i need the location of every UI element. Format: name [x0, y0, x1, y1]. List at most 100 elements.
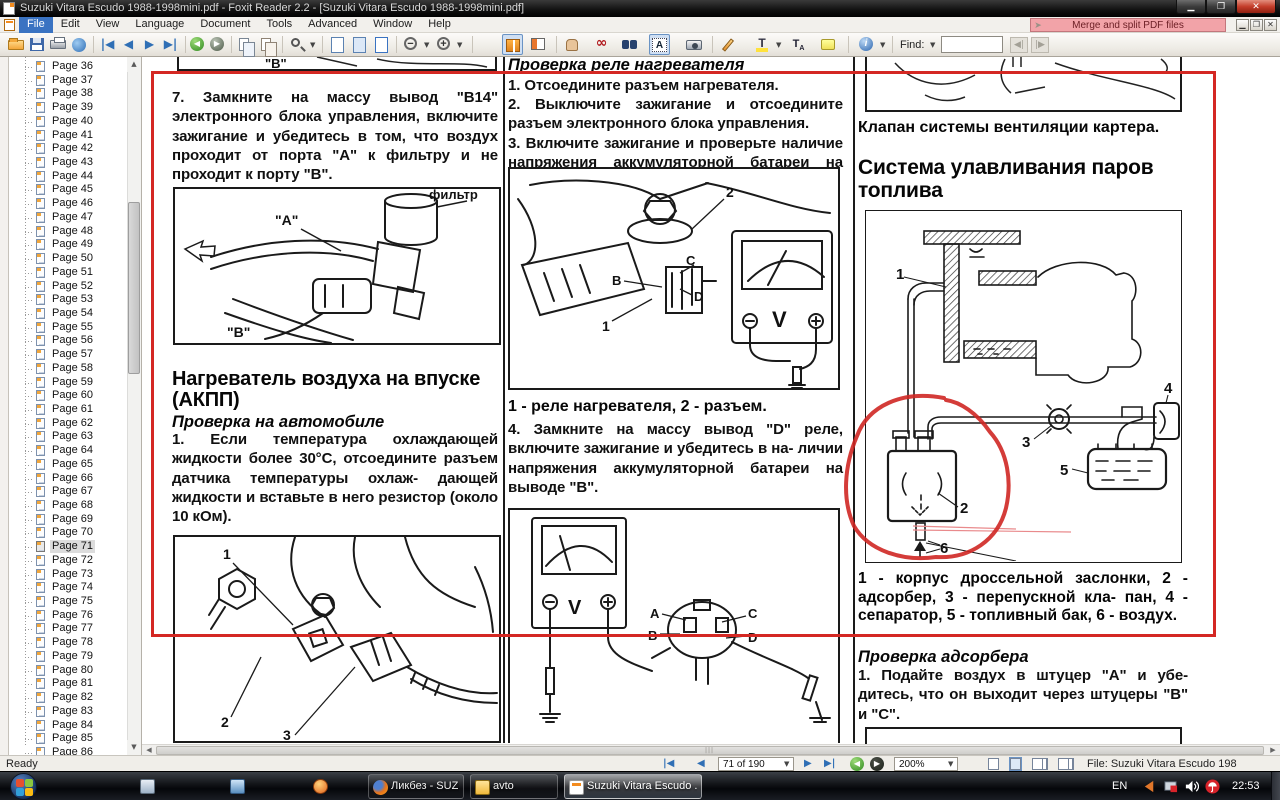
sidebar-page-item[interactable]: Page 58 [9, 362, 127, 376]
next-view-button[interactable]: ▶ [210, 37, 224, 51]
sidebar-page-item[interactable]: Page 49 [9, 238, 127, 252]
save-button[interactable] [27, 34, 48, 55]
sidebar-page-item[interactable]: Page 84 [9, 719, 127, 733]
next-page-button[interactable]: ▶ [139, 34, 160, 55]
taskbar-app-foxit[interactable]: Suzuki Vitara Escudo ... [564, 774, 702, 799]
sidebar-page-item[interactable]: Page 71 [9, 540, 127, 554]
sidebar-page-item[interactable]: Page 62 [9, 417, 127, 431]
document-page[interactable]: "В" 7. Замкните на массу вывод "B14" эле… [142, 57, 1280, 755]
sidebar-page-item[interactable]: Page 70 [9, 526, 127, 540]
sidebar-page-item[interactable]: Page 55 [9, 321, 127, 335]
search-button[interactable] [619, 34, 640, 55]
menu-file[interactable]: File [19, 17, 53, 33]
status-prev-page-button[interactable]: ◀ [697, 758, 705, 769]
maximize-button[interactable]: ❐ [1206, 0, 1236, 14]
quicklaunch-icon-2[interactable] [230, 779, 245, 794]
antivirus-icon[interactable] [1205, 779, 1220, 794]
sidebar-page-item[interactable]: Page 80 [9, 664, 127, 678]
mdi-minimize-button[interactable]: ▁ [1236, 19, 1249, 31]
sidebar-page-item[interactable]: Page 57 [9, 348, 127, 362]
sidebar-page-item[interactable]: Page 36 [9, 60, 127, 74]
sidebar-scrollbar[interactable] [127, 57, 141, 755]
actual-size-button[interactable] [327, 34, 348, 55]
continuous-facing-layout-button[interactable] [1058, 758, 1069, 770]
previous-view-button[interactable]: ◀ [190, 37, 204, 51]
sidebar-scroll-down[interactable]: ▼ [127, 740, 141, 755]
sidebar-page-item[interactable]: Page 65 [9, 458, 127, 472]
sidebar-page-item[interactable]: Page 69 [9, 513, 127, 527]
sidebar-page-item[interactable]: Page 45 [9, 183, 127, 197]
sidebar-page-item[interactable]: Page 51 [9, 266, 127, 280]
single-page-layout-button[interactable] [988, 758, 999, 770]
continuous-layout-button[interactable] [1010, 758, 1021, 770]
snapshot-button[interactable] [684, 34, 705, 55]
sidebar-page-item[interactable]: Page 47 [9, 211, 127, 225]
sidebar-page-item[interactable]: Page 60 [9, 389, 127, 403]
sidebar-page-item[interactable]: Page 61 [9, 403, 127, 417]
sidebar-page-item[interactable]: Page 83 [9, 705, 127, 719]
zoom-level-dropdown[interactable]: ▼ [948, 760, 953, 768]
zoom-tool-button[interactable] [287, 34, 308, 55]
find-previous-button[interactable]: ◀| [1010, 37, 1028, 53]
status-next-page-button[interactable]: ▶ [804, 758, 812, 769]
properties-button[interactable]: i [856, 34, 877, 55]
menu-advanced[interactable]: Advanced [300, 17, 365, 33]
sidebar-page-item[interactable]: Page 63 [9, 430, 127, 444]
menu-tools[interactable]: Tools [258, 17, 300, 33]
sidebar-page-item[interactable]: Page 74 [9, 581, 127, 595]
find-next-button[interactable]: |▶ [1031, 37, 1049, 53]
volume-icon[interactable] [1184, 779, 1199, 794]
fit-width-button[interactable] [371, 34, 392, 55]
note-tool-button[interactable] [818, 34, 839, 55]
tray-icon-2[interactable] [1163, 779, 1178, 794]
sidebar-scroll-thumb[interactable] [128, 202, 140, 374]
fit-page-button[interactable] [349, 34, 370, 55]
status-first-page-button[interactable]: |◀ [663, 758, 674, 769]
menu-document[interactable]: Document [192, 17, 258, 33]
sidebar-page-item[interactable]: Page 81 [9, 677, 127, 691]
status-last-page-button[interactable]: ▶| [824, 758, 835, 769]
last-page-button[interactable]: ▶| [160, 34, 181, 55]
sidebar-page-item[interactable]: Page 66 [9, 472, 127, 486]
facing-layout-button[interactable] [1032, 758, 1043, 770]
highlight-tool-button[interactable]: T [752, 34, 773, 55]
sidebar-page-item[interactable]: Page 86 [9, 746, 127, 755]
panel-strip[interactable] [0, 57, 9, 755]
sidebar-page-item[interactable]: Page 64 [9, 444, 127, 458]
properties-dropdown[interactable]: ▼ [880, 41, 885, 49]
zoom-in-button[interactable]: + [434, 34, 455, 55]
ad-banner[interactable]: ➤ Merge and split PDF files [1030, 18, 1226, 32]
bookmarks-panel-button[interactable] [502, 34, 523, 55]
menu-language[interactable]: Language [127, 17, 192, 33]
clock[interactable]: 22:53 [1232, 780, 1260, 792]
sidebar-page-item[interactable]: Page 44 [9, 170, 127, 184]
layers-panel-button[interactable] [528, 34, 549, 55]
page-indicator-dropdown[interactable]: ▼ [784, 760, 789, 768]
mdi-close-button[interactable]: ✕ [1264, 19, 1277, 31]
sidebar-page-item[interactable]: Page 41 [9, 129, 127, 143]
sidebar-page-item[interactable]: Page 68 [9, 499, 127, 513]
show-desktop-button[interactable] [1271, 772, 1280, 800]
sidebar-page-item[interactable]: Page 53 [9, 293, 127, 307]
status-previous-view-button[interactable]: ◀ [850, 757, 864, 771]
text-tool-button[interactable]: TA [788, 34, 809, 55]
menu-window[interactable]: Window [365, 17, 420, 33]
minimize-button[interactable]: ▁ [1176, 0, 1206, 14]
sidebar-page-item[interactable]: Page 77 [9, 622, 127, 636]
sidebar-page-item[interactable]: Page 78 [9, 636, 127, 650]
sidebar-page-item[interactable]: Page 59 [9, 376, 127, 390]
menu-edit[interactable]: Edit [53, 17, 88, 33]
sidebar-page-item[interactable]: Page 38 [9, 87, 127, 101]
sidebar-page-item[interactable]: Page 82 [9, 691, 127, 705]
highlight-dropdown[interactable]: ▼ [776, 41, 781, 49]
sidebar-page-item[interactable]: Page 54 [9, 307, 127, 321]
sidebar-page-item[interactable]: Page 40 [9, 115, 127, 129]
sidebar-page-item[interactable]: Page 73 [9, 568, 127, 582]
page-indicator[interactable]: 71 of 190 [718, 757, 794, 771]
status-next-view-button[interactable]: ▶ [870, 757, 884, 771]
sidebar-page-item[interactable]: Page 76 [9, 609, 127, 623]
tray-icon-1[interactable] [1142, 779, 1157, 794]
taskbar-app-avto-folder[interactable]: avto [470, 774, 558, 799]
sidebar-page-item[interactable]: Page 52 [9, 280, 127, 294]
sidebar-page-item[interactable]: Page 48 [9, 225, 127, 239]
